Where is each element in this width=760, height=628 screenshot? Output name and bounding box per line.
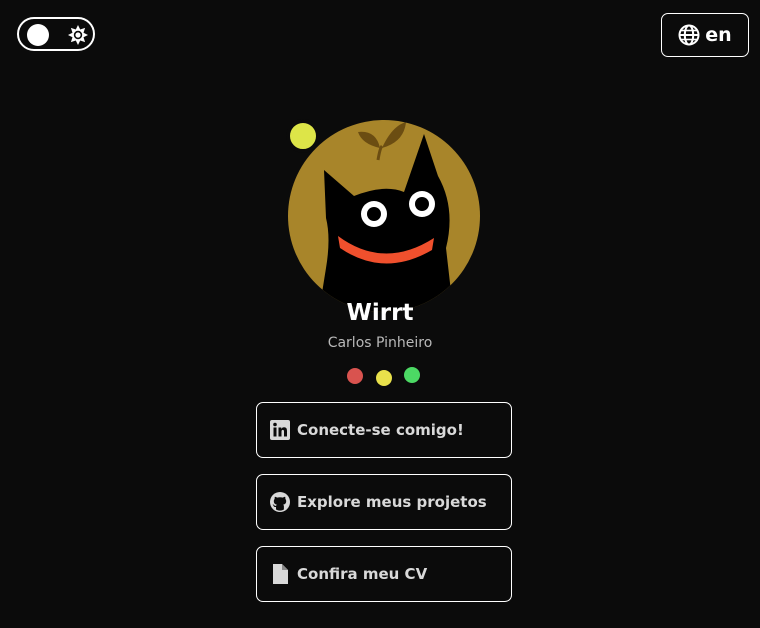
github-button[interactable]: Explore meus projetos	[256, 474, 512, 530]
red-dot	[347, 368, 363, 384]
language-button[interactable]: en	[661, 13, 749, 57]
yellow-dot	[376, 370, 392, 386]
theme-toggle[interactable]	[17, 17, 95, 51]
github-button-label: Explore meus projetos	[297, 493, 487, 511]
document-icon	[273, 564, 288, 584]
globe-icon	[678, 24, 700, 46]
linkedin-button-label: Conecte-se comigo!	[297, 421, 464, 439]
toggle-knob	[27, 24, 49, 46]
cv-button-label: Confira meu CV	[297, 565, 428, 583]
language-label: en	[705, 24, 732, 46]
github-icon	[270, 492, 290, 512]
profile-nickname: Wirrt	[346, 300, 414, 326]
profile-full-name: Carlos Pinheiro	[327, 335, 433, 351]
linkedin-button[interactable]: Conecte-se comigo!	[256, 402, 512, 458]
status-indicator	[286, 119, 320, 153]
linkedin-icon	[270, 420, 290, 440]
sun-icon	[68, 25, 88, 45]
cv-button[interactable]: Confira meu CV	[256, 546, 512, 602]
green-dot	[404, 367, 420, 383]
